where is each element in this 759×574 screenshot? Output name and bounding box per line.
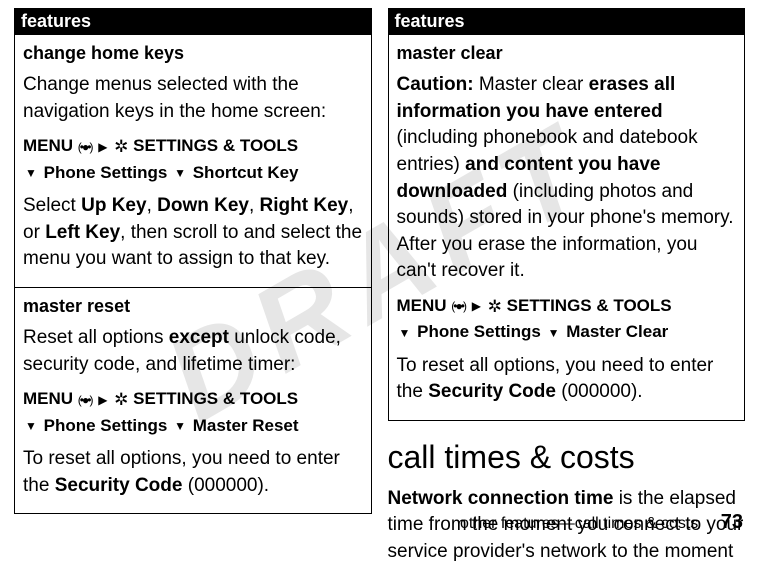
phone-settings-label: Phone Settings bbox=[44, 163, 168, 182]
down-key: Down Key bbox=[157, 195, 249, 216]
settings-tools-label: SETTINGS & TOOLS bbox=[507, 296, 672, 315]
master-reset-title: master reset bbox=[23, 294, 363, 319]
section-body: Network connection time is the elapsed t… bbox=[388, 486, 746, 566]
security-code: Security Code bbox=[55, 475, 183, 496]
security-code: Security Code bbox=[428, 381, 556, 402]
features-header-right: features bbox=[388, 9, 745, 35]
master-clear-menu: MENU (•●•) ▶ ✲ SETTINGS & TOOLS ▼ Phone … bbox=[397, 293, 737, 345]
arrow-down-icon: ▼ bbox=[174, 417, 186, 435]
tools-icon: ✲ bbox=[114, 134, 128, 160]
up-key: Up Key bbox=[81, 195, 146, 216]
master-reset-desc: Reset all options except unlock code, se… bbox=[23, 325, 363, 378]
sep2: , bbox=[249, 195, 260, 216]
master-reset-code: To reset all options, you need to enter … bbox=[23, 446, 363, 499]
menu-label: MENU bbox=[23, 389, 73, 408]
reset-prefix: Reset all options bbox=[23, 327, 169, 348]
master-reset-label: Master Reset bbox=[193, 416, 299, 435]
shortcut-key-label: Shortcut Key bbox=[193, 163, 299, 182]
arrow-down-icon: ▼ bbox=[548, 324, 560, 342]
arrow-down-icon: ▼ bbox=[25, 164, 37, 182]
phone-settings-label: Phone Settings bbox=[44, 416, 168, 435]
master-clear-title: master clear bbox=[397, 41, 737, 66]
left-key: Left Key bbox=[45, 222, 120, 243]
master-clear-code: To reset all options, you need to enter … bbox=[397, 353, 737, 406]
tools-icon: ✲ bbox=[114, 387, 128, 413]
mc-code-suffix: (000000). bbox=[556, 381, 643, 402]
mc-text1: Master clear bbox=[474, 74, 589, 95]
select-prefix: Select bbox=[23, 195, 81, 216]
master-clear-label: Master Clear bbox=[566, 322, 668, 341]
phone-settings-label: Phone Settings bbox=[417, 322, 541, 341]
reset-code-suffix: (000000). bbox=[182, 475, 269, 496]
features-table-right: features master clear Caution: Master cl… bbox=[388, 8, 746, 421]
arrow-right-icon: ▶ bbox=[472, 297, 481, 315]
except-word: except bbox=[169, 327, 229, 348]
change-home-keys-menu: MENU (•●•) ▶ ✲ SETTINGS & TOOLS ▼ Phone … bbox=[23, 133, 363, 185]
arrow-right-icon: ▶ bbox=[98, 138, 107, 156]
center-key-icon: (•●•) bbox=[78, 391, 92, 409]
menu-label: MENU bbox=[23, 136, 73, 155]
master-reset-menu: MENU (•●•) ▶ ✲ SETTINGS & TOOLS ▼ Phone … bbox=[23, 386, 363, 438]
arrow-down-icon: ▼ bbox=[25, 417, 37, 435]
caution-label: Caution: bbox=[397, 74, 474, 95]
left-column: features change home keys Change menus s… bbox=[14, 8, 372, 574]
right-key: Right Key bbox=[260, 195, 349, 216]
arrow-right-icon: ▶ bbox=[98, 391, 107, 409]
change-home-keys-select: Select Up Key, Down Key, Right Key, or L… bbox=[23, 193, 363, 273]
arrow-down-icon: ▼ bbox=[174, 164, 186, 182]
master-clear-caution: Caution: Master clear erases all informa… bbox=[397, 72, 737, 285]
tools-icon: ✲ bbox=[488, 294, 502, 320]
master-reset-cell: master reset Reset all options except un… bbox=[15, 287, 372, 513]
menu-label: MENU bbox=[397, 296, 447, 315]
section-heading: call times & costs bbox=[388, 439, 746, 476]
settings-tools-label: SETTINGS & TOOLS bbox=[133, 389, 298, 408]
master-clear-cell: master clear Caution: Master clear erase… bbox=[388, 35, 745, 421]
change-home-keys-desc: Change menus selected with the navigatio… bbox=[23, 72, 363, 125]
features-header-left: features bbox=[15, 9, 372, 35]
center-key-icon: (•●•) bbox=[78, 138, 92, 156]
network-connection-time: Network connection time bbox=[388, 488, 614, 509]
center-key-icon: (•●•) bbox=[451, 297, 465, 315]
right-column: features master clear Caution: Master cl… bbox=[388, 8, 746, 574]
arrow-down-icon: ▼ bbox=[399, 324, 411, 342]
features-table-left: features change home keys Change menus s… bbox=[14, 8, 372, 514]
change-home-keys-title: change home keys bbox=[23, 41, 363, 66]
sep1: , bbox=[147, 195, 158, 216]
change-home-keys-cell: change home keys Change menus selected w… bbox=[15, 35, 372, 288]
settings-tools-label: SETTINGS & TOOLS bbox=[133, 136, 298, 155]
